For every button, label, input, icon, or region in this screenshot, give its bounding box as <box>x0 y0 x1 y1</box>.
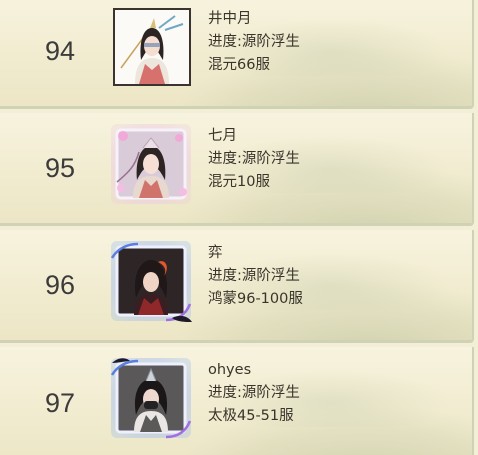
avatar-portrait-icon <box>113 8 191 86</box>
player-server: 混元10服 <box>208 174 270 190</box>
rank-number: 97 <box>44 388 76 418</box>
ranking-row-94[interactable]: 94 井中月 进度:源阶浮生 混元66服 <box>0 0 474 109</box>
blossom-frame-avatar-icon <box>111 124 191 204</box>
player-server: 太极45-51服 <box>208 408 294 424</box>
player-info: 弈 进度:源阶浮生 鸿蒙96-100服 <box>208 242 303 311</box>
player-progress: 进度:源阶浮生 <box>208 34 300 50</box>
player-server: 混元66服 <box>208 57 270 73</box>
rank-number: 96 <box>44 269 76 300</box>
ranking-list: 94 井中月 进度:源阶浮生 混元66服 95 七月 进度:源阶浮生 混元10服… <box>0 0 478 455</box>
rank-number: 94 <box>44 35 76 66</box>
player-avatar[interactable] <box>110 241 192 322</box>
ranking-row-96[interactable]: 96 弈 进度:源阶浮生 鸿蒙96-100服 <box>0 230 474 343</box>
spirit-frame-avatar-icon <box>110 241 192 322</box>
player-info: ohyes 进度:源阶浮生 太极45-51服 <box>208 359 300 428</box>
player-server: 鸿蒙96-100服 <box>208 291 303 307</box>
spirit-frame-avatar-icon <box>110 358 192 439</box>
player-name: ohyes <box>208 362 252 378</box>
player-name: 弈 <box>208 245 223 261</box>
player-progress: 进度:源阶浮生 <box>208 385 300 401</box>
player-info: 七月 进度:源阶浮生 混元10服 <box>208 125 300 194</box>
player-name: 七月 <box>208 128 237 144</box>
ranking-row-95[interactable]: 95 七月 进度:源阶浮生 混元10服 <box>0 113 474 226</box>
player-avatar[interactable] <box>113 8 191 86</box>
player-progress: 进度:源阶浮生 <box>208 268 300 284</box>
player-info: 井中月 进度:源阶浮生 混元66服 <box>208 8 300 77</box>
player-avatar[interactable] <box>110 358 192 439</box>
player-avatar[interactable] <box>111 124 191 204</box>
rank-number: 95 <box>44 152 76 183</box>
ranking-row-97[interactable]: 97 ohyes 进度:源阶浮生 太极45-51服 <box>0 347 474 455</box>
player-name: 井中月 <box>208 11 252 27</box>
player-progress: 进度:源阶浮生 <box>208 151 300 167</box>
